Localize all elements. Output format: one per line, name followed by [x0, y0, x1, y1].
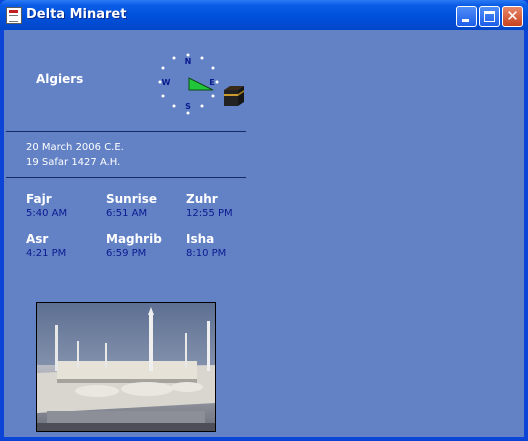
app-window: Delta Minaret ✕ Algiers N S E W 20 March…	[0, 0, 528, 441]
prayer-name-zuhr: Zuhr	[186, 192, 218, 206]
compass-west-label: W	[162, 78, 171, 87]
maximize-icon	[484, 11, 495, 22]
close-icon: ✕	[506, 7, 519, 25]
close-button[interactable]: ✕	[502, 6, 523, 27]
prayer-name-sunrise: Sunrise	[106, 192, 158, 206]
title-bar[interactable]: Delta Minaret ✕	[0, 0, 528, 30]
gregorian-date: 20 March 2006 C.E.	[26, 142, 124, 153]
prayer-time-maghrib: 6:59 PM	[106, 248, 147, 259]
mosque-photo	[36, 302, 216, 432]
prayer-time-isha: 8:10 PM	[186, 248, 227, 259]
divider-bottom	[6, 177, 246, 178]
prayer-name-isha: Isha	[186, 232, 215, 246]
hijri-date: 19 Safar 1427 A.H.	[26, 157, 121, 168]
qibla-compass: N S E W	[158, 53, 219, 115]
prayer-name-asr: Asr	[26, 232, 49, 246]
prayer-time-fajr: 5:40 AM	[26, 208, 68, 219]
city-name: Algiers	[36, 72, 84, 86]
maximize-button[interactable]	[479, 6, 500, 27]
app-icon[interactable]	[6, 7, 22, 24]
prayer-time-zuhr: 12:55 PM	[186, 208, 233, 219]
compass-south-label: S	[185, 102, 191, 111]
divider-top	[6, 131, 246, 132]
window-title: Delta Minaret	[26, 7, 127, 22]
kaaba-icon	[224, 86, 244, 106]
mosque-image	[37, 303, 215, 431]
prayer-time-asr: 4:21 PM	[26, 248, 67, 259]
minimize-icon	[462, 19, 469, 22]
main-panel: Algiers N S E W 20 March 2006 C.E. 19 Sa…	[4, 30, 524, 437]
prayer-time-sunrise: 6:51 AM	[106, 208, 148, 219]
minimize-button[interactable]	[456, 6, 477, 27]
prayer-name-maghrib: Maghrib	[106, 232, 162, 246]
compass-north-label: N	[185, 57, 192, 66]
compass-east-label: E	[209, 78, 214, 87]
prayer-name-fajr: Fajr	[26, 192, 52, 206]
